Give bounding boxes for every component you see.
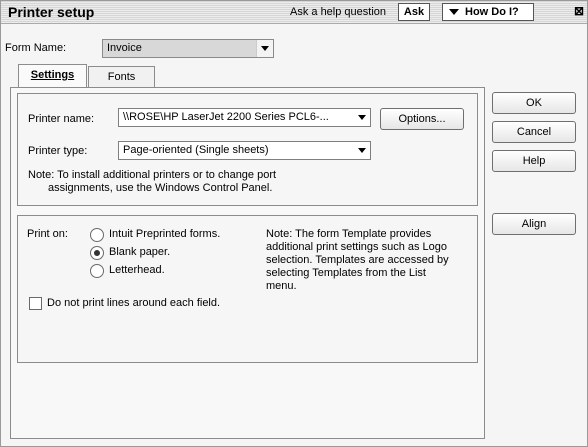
window-title: Printer setup — [8, 4, 95, 20]
align-button-label: Align — [521, 218, 547, 230]
print-on-group: Print on: Intuit Preprinted forms. Blank… — [17, 215, 478, 363]
cancel-button-label: Cancel — [516, 126, 552, 138]
template-note-line2: additional print settings such as Logo — [266, 241, 448, 253]
template-note-line3: selection. Templates are accessed by — [266, 254, 449, 266]
no-field-lines-checkbox[interactable] — [29, 297, 42, 310]
tab-fonts[interactable]: Fonts — [88, 66, 155, 89]
help-button[interactable]: Help — [492, 150, 576, 172]
tab-settings[interactable]: Settings — [18, 64, 87, 89]
printer-group: Printer name: \\ROSE\HP LaserJet 2200 Se… — [17, 93, 478, 206]
options-button[interactable]: Options... — [380, 108, 464, 130]
cancel-button[interactable]: Cancel — [492, 121, 576, 143]
printer-type-label: Printer type: — [28, 145, 88, 157]
printer-name-value: \\ROSE\HP LaserJet 2200 Series PCL6-... — [123, 111, 329, 123]
close-icon[interactable]: ⊠ — [574, 4, 584, 18]
settings-panel: Printer name: \\ROSE\HP LaserJet 2200 Se… — [10, 87, 485, 439]
how-do-i-button[interactable]: How Do I? — [442, 3, 534, 21]
options-button-label: Options... — [398, 113, 446, 125]
tab-fonts-label: Fonts — [107, 71, 136, 83]
dropdown-arrow-icon — [449, 9, 459, 16]
tab-settings-label: Settings — [30, 69, 75, 81]
help-button-label: Help — [522, 155, 546, 167]
form-name-value: Invoice — [107, 42, 142, 54]
how-do-i-label: How Do I? — [465, 6, 519, 18]
align-button[interactable]: Align — [492, 213, 576, 235]
chevron-down-icon — [354, 142, 370, 159]
ok-button-label: OK — [526, 97, 542, 109]
printer-name-label: Printer name: — [28, 113, 95, 125]
radio-intuit-preprinted-label: Intuit Preprinted forms. — [109, 228, 221, 240]
no-field-lines-label: Do not print lines around each field. — [47, 297, 221, 309]
print-on-label: Print on: — [27, 228, 68, 240]
printer-name-select[interactable]: \\ROSE\HP LaserJet 2200 Series PCL6-... — [118, 108, 371, 127]
printer-type-value: Page-oriented (Single sheets) — [123, 144, 269, 156]
radio-blank-paper-label: Blank paper. — [109, 246, 171, 258]
chevron-down-icon — [354, 109, 370, 126]
chevron-down-icon — [256, 40, 273, 57]
printer-note-line2: assignments, use the Windows Control Pan… — [48, 182, 273, 194]
form-name-label: Form Name: — [5, 42, 67, 54]
help-question-label: Ask a help question — [290, 6, 387, 18]
form-name-select[interactable]: Invoice — [102, 39, 274, 58]
printer-type-select[interactable]: Page-oriented (Single sheets) — [118, 141, 371, 160]
radio-blank-paper[interactable] — [90, 246, 104, 260]
title-bar: Printer setup Ask a help question Ask Ho… — [1, 1, 587, 24]
radio-intuit-preprinted[interactable] — [90, 228, 104, 242]
ok-button[interactable]: OK — [492, 92, 576, 114]
ask-button[interactable]: Ask — [398, 3, 430, 21]
printer-note-line1: Note: To install additional printers or … — [28, 169, 277, 181]
radio-letterhead-label: Letterhead. — [109, 264, 165, 276]
template-note-line4: selecting Templates from the List — [266, 267, 426, 279]
printer-setup-window: Printer setup Ask a help question Ask Ho… — [0, 0, 588, 447]
radio-letterhead[interactable] — [90, 264, 104, 278]
template-note-line1: Note: The form Template provides — [266, 228, 432, 240]
template-note-line5: menu. — [266, 280, 297, 292]
